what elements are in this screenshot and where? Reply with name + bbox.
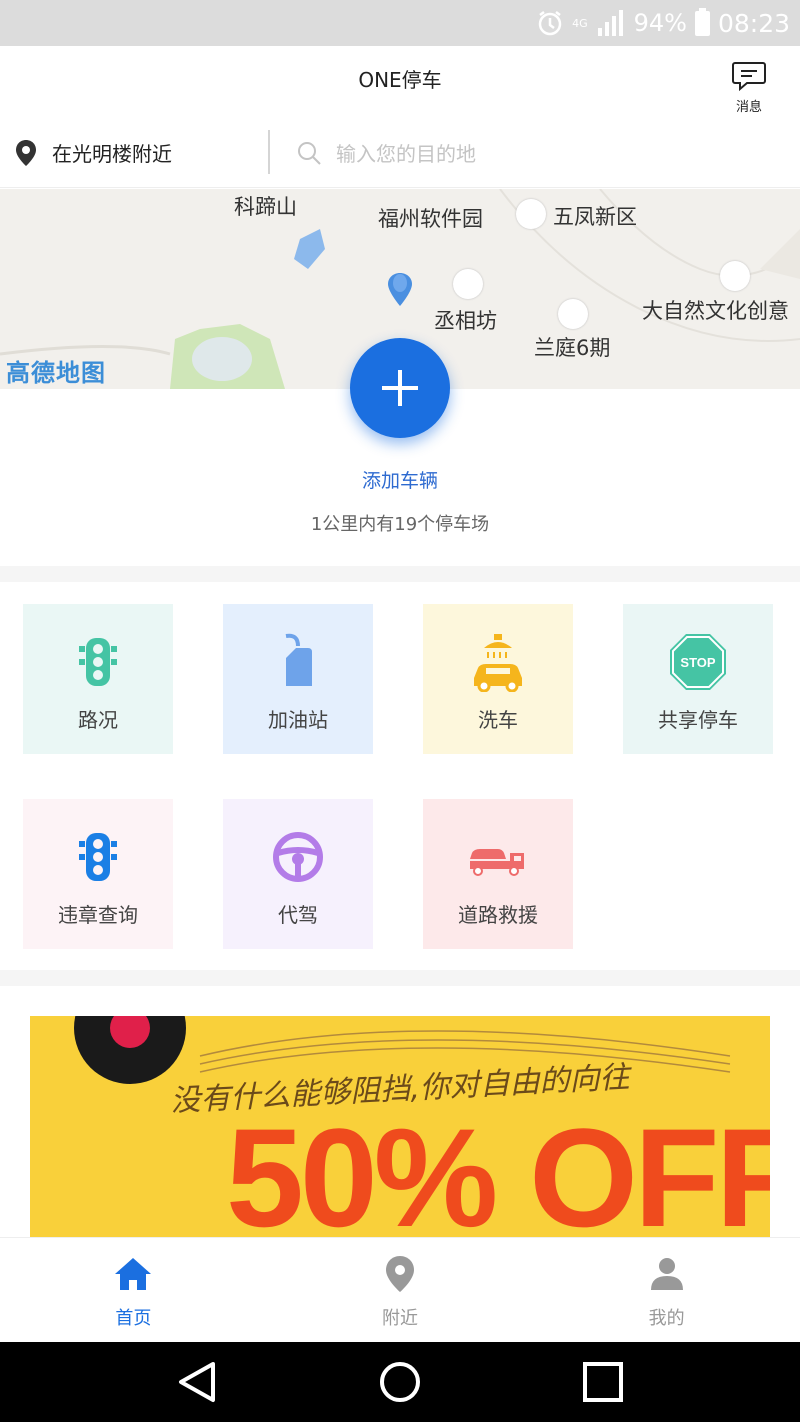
tab-label: 附近 — [382, 1308, 418, 1329]
clock: 08:23 — [717, 8, 790, 38]
nearby-parking-count: 1公里内有19个停车场 — [310, 514, 490, 535]
service-roadside-assistance[interactable]: 道路救援 — [423, 799, 573, 949]
tab-label: 我的 — [648, 1308, 685, 1329]
service-shared-parking[interactable]: STOP 共享停车 — [623, 604, 773, 754]
service-designated-driver[interactable]: 代驾 — [223, 799, 373, 949]
poi-building-icon — [720, 261, 750, 291]
user-icon — [650, 1258, 683, 1290]
location-search-bar: 在光明楼附近 输入您的目的地 — [0, 118, 800, 188]
service-label: 共享停车 — [658, 708, 738, 732]
bottom-tab-bar: 首页 附近 我的 — [0, 1237, 800, 1342]
section-divider — [0, 970, 800, 986]
service-car-wash[interactable]: 洗车 — [423, 604, 573, 754]
map-label: 福州软件园 — [378, 207, 483, 231]
back-icon[interactable] — [175, 1360, 219, 1404]
destination-search-input[interactable]: 输入您的目的地 — [296, 138, 476, 167]
section-divider — [0, 566, 800, 582]
tow-truck-icon — [470, 849, 524, 876]
system-nav-bar — [0, 1342, 800, 1422]
svg-text:STOP: STOP — [680, 655, 715, 670]
map-label: 兰庭6期 — [534, 336, 611, 360]
poi-house-icon — [516, 199, 546, 229]
message-icon — [732, 62, 766, 92]
fuel-icon — [285, 633, 312, 686]
home-circle-icon[interactable] — [378, 1360, 422, 1404]
current-location[interactable]: 在光明楼附近 — [14, 138, 172, 167]
search-icon — [298, 141, 321, 165]
network-label: 4G — [572, 16, 588, 30]
add-vehicle-label[interactable]: 添加车辆 — [0, 466, 800, 493]
service-label: 洗车 — [478, 708, 518, 732]
location-pin-icon — [386, 1256, 414, 1292]
map-label: 五凤新区 — [553, 205, 637, 229]
page-title: ONE停车 — [358, 68, 442, 92]
map-label: 科蹄山 — [234, 195, 297, 219]
alarm-icon — [538, 11, 562, 36]
map-provider-logo: 高德地图 — [6, 359, 106, 387]
traffic-light-icon — [79, 833, 117, 881]
poi-house-icon — [453, 269, 483, 299]
battery-percent: 94% — [633, 9, 687, 37]
poi-house-icon — [558, 299, 588, 329]
search-placeholder: 输入您的目的地 — [336, 142, 476, 166]
messages-label: 消息 — [735, 100, 762, 115]
service-label: 道路救援 — [458, 903, 538, 927]
traffic-light-icon — [79, 638, 117, 686]
service-traffic[interactable]: 路况 — [23, 604, 173, 754]
map-label: 大自然文化创意 — [642, 299, 789, 323]
add-vehicle-button[interactable] — [350, 338, 450, 438]
promo-discount: 50% OFF — [226, 1099, 770, 1239]
location-pin-icon — [16, 139, 36, 166]
steering-wheel-icon — [273, 832, 323, 882]
app-header: ONE停车 消息 — [0, 46, 800, 115]
tab-label: 首页 — [115, 1308, 152, 1329]
map-label: 丞相坊 — [434, 309, 497, 333]
tab-nearby[interactable]: 附近 — [267, 1238, 534, 1342]
stop-sign-icon: STOP — [670, 634, 726, 690]
map-marker-icon — [388, 273, 412, 306]
divider — [268, 130, 270, 174]
battery-icon — [694, 7, 710, 36]
service-label: 路况 — [78, 708, 118, 732]
tab-me[interactable]: 我的 — [533, 1238, 800, 1342]
service-violation-query[interactable]: 违章查询 — [23, 799, 173, 949]
service-gas-station[interactable]: 加油站 — [223, 604, 373, 754]
signal-icon — [597, 10, 623, 36]
home-icon — [115, 1258, 152, 1290]
service-label: 违章查询 — [58, 903, 138, 927]
recents-icon[interactable] — [581, 1360, 625, 1404]
messages-button[interactable]: 消息 — [720, 60, 778, 115]
service-label: 加油站 — [268, 708, 328, 732]
promo-banner[interactable]: 没有什么能够阻挡,你对自由的向往 50% OFF — [30, 1016, 770, 1238]
status-bar: 4G 94% 08:23 — [0, 0, 800, 46]
current-location-label: 在光明楼附近 — [52, 142, 172, 166]
car-wash-icon — [474, 634, 522, 692]
tab-home[interactable]: 首页 — [0, 1238, 267, 1342]
service-label: 代驾 — [278, 903, 318, 927]
